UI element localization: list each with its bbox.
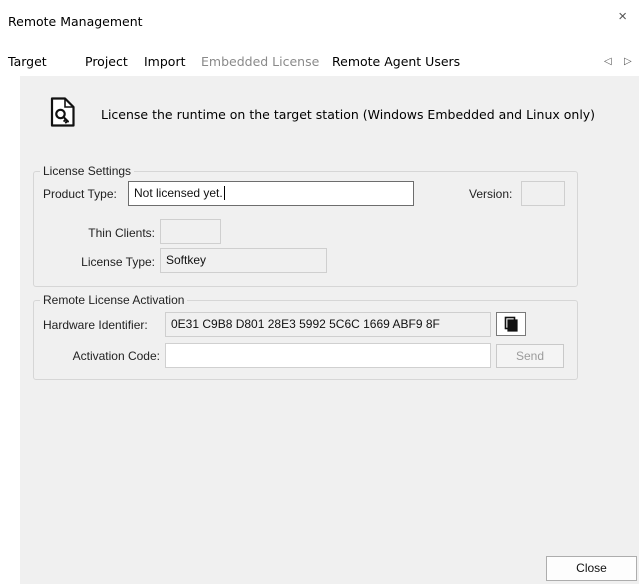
tab-bar: Target Project Import Embedded License R… bbox=[8, 48, 639, 78]
tab-remote-agent-users[interactable]: Remote Agent Users bbox=[332, 48, 460, 78]
tab-scroll-right-icon[interactable]: ▷ bbox=[624, 56, 632, 67]
tab-target[interactable]: Target bbox=[8, 48, 47, 78]
close-button[interactable]: Close bbox=[546, 556, 637, 581]
product-type-value: Not licensed yet. bbox=[134, 186, 223, 200]
remote-activation-legend: Remote License Activation bbox=[40, 293, 188, 307]
tab-embedded-license[interactable]: Embedded License bbox=[201, 48, 319, 78]
tab-import[interactable]: Import bbox=[144, 48, 186, 78]
copy-button[interactable] bbox=[496, 312, 526, 336]
thin-clients-label: Thin Clients: bbox=[88, 226, 155, 240]
product-type-field[interactable]: Not licensed yet. bbox=[128, 181, 414, 206]
send-button[interactable]: Send bbox=[496, 344, 564, 368]
dialog-title: Remote Management bbox=[8, 14, 143, 29]
tab-scroll-left-icon[interactable]: ◁ bbox=[604, 56, 612, 67]
license-document-icon bbox=[49, 97, 75, 127]
license-type-field: Softkey bbox=[160, 248, 327, 273]
version-label: Version: bbox=[469, 187, 513, 201]
copy-icon bbox=[504, 316, 518, 332]
hardware-identifier-field[interactable]: 0E31 C9B8 D801 28E3 5992 5C6C 1669 ABF9 … bbox=[165, 312, 491, 337]
license-type-label: License Type: bbox=[81, 255, 155, 269]
activation-code-label: Activation Code: bbox=[72, 349, 160, 363]
version-field bbox=[521, 181, 565, 206]
headline-text: License the runtime on the target statio… bbox=[101, 107, 596, 122]
text-caret bbox=[223, 186, 225, 200]
close-icon[interactable]: × bbox=[618, 9, 627, 24]
activation-code-input[interactable] bbox=[165, 343, 491, 368]
license-settings-legend: License Settings bbox=[40, 164, 135, 178]
product-type-label: Product Type: bbox=[43, 187, 117, 201]
thin-clients-field bbox=[160, 219, 221, 244]
hardware-identifier-label: Hardware Identifier: bbox=[43, 318, 148, 332]
tab-project[interactable]: Project bbox=[85, 48, 128, 78]
